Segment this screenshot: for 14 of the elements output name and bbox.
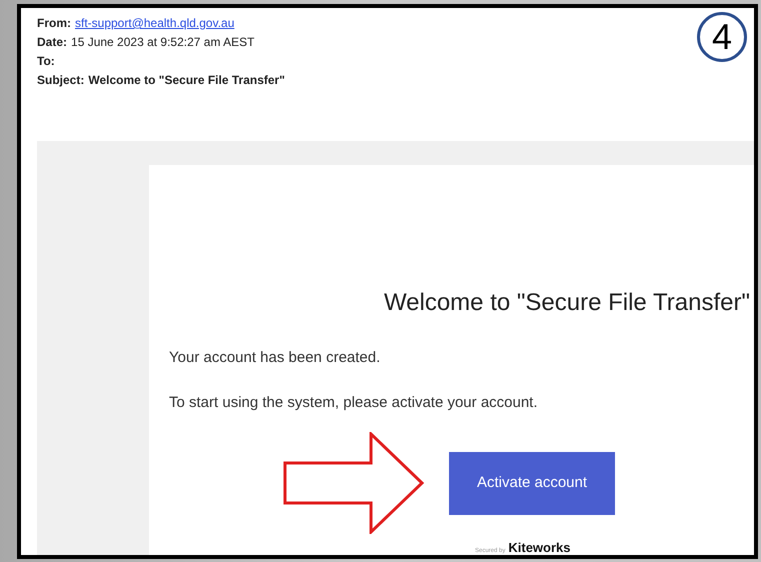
from-label: From: — [37, 15, 71, 32]
body-paragraph: Your account has been created. — [169, 348, 382, 368]
step-badge: 4 — [697, 12, 747, 62]
subject-text: Welcome to "Secure File Transfer" — [88, 72, 285, 89]
arrow-icon — [283, 432, 425, 534]
date-label: Date: — [37, 34, 68, 51]
body-paragraph: To start using the system, please activate your account. — [169, 392, 539, 412]
email-title: Welcome to "Secure File Transfer" — [384, 288, 751, 318]
sender-link[interactable]: sft-support@health.qld.gov.au — [75, 14, 234, 33]
activate-account-button[interactable]: Activate account — [449, 452, 615, 514]
kiteworks-logo: Kiteworks — [508, 539, 570, 555]
date-text: 15 June 2023 at 9:52:27 am AEST — [71, 34, 254, 51]
to-label: To: — [37, 53, 55, 70]
subject-label: Subject: — [37, 72, 84, 89]
